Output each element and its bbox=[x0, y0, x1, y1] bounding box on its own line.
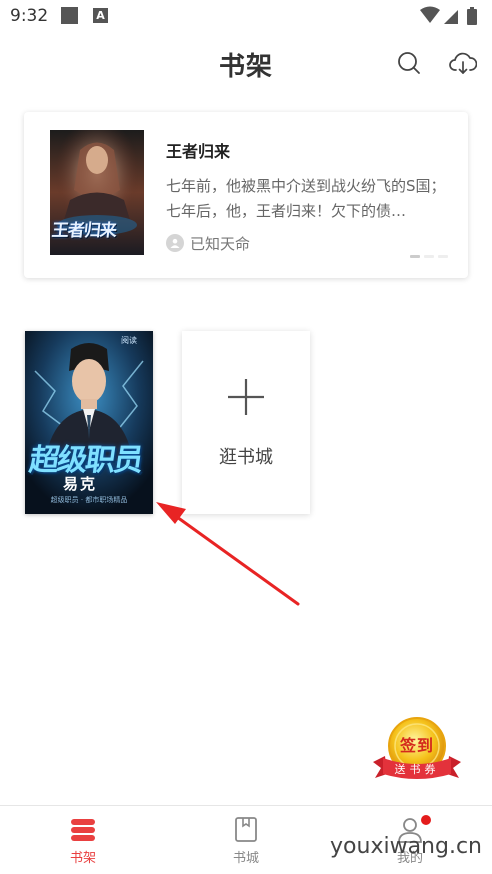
carousel-indicator bbox=[410, 255, 448, 258]
shelf-book-cover[interactable]: 超级职员 易克 超级职员 · 都市职场精品 阅读 bbox=[25, 331, 153, 514]
recommended-book-author: 已知天命 bbox=[166, 232, 250, 254]
recommended-book-cover: 王者归来 bbox=[50, 130, 144, 255]
recommended-cover-title: 王者归来 bbox=[50, 221, 117, 241]
shelf-book-tagline: 超级职员 · 都市职场精品 bbox=[50, 496, 128, 504]
cloud-download-icon[interactable] bbox=[449, 50, 477, 76]
search-icon[interactable] bbox=[396, 50, 422, 76]
recommended-book-title: 王者归来 bbox=[166, 142, 231, 161]
recommended-book-card[interactable]: 王者归来 王者归来 七年前，他被黑中介送到战火纷飞的S国；七年后，他，王者归来！… bbox=[24, 112, 468, 278]
status-time: 9:32 bbox=[10, 6, 49, 26]
author-name: 已知天命 bbox=[190, 234, 251, 253]
status-signal-icons bbox=[420, 6, 477, 25]
checkin-bottom-label: 送书券 bbox=[394, 763, 440, 776]
browse-bookstore-label: 逛书城 bbox=[219, 447, 273, 468]
nav-label-bookshelf: 书架 bbox=[69, 851, 96, 866]
notification-a-icon: A bbox=[93, 8, 108, 23]
nav-label-bookstore: 书城 bbox=[232, 851, 259, 866]
notification-square-icon bbox=[61, 7, 78, 24]
browse-bookstore-card[interactable]: 逛书城 bbox=[182, 331, 310, 514]
notification-badge bbox=[421, 815, 431, 825]
watermark-text: youxiwang.cn bbox=[330, 834, 482, 859]
author-icon bbox=[166, 234, 184, 252]
nav-item-bookstore[interactable]: 书城 bbox=[196, 806, 296, 874]
shelf-book-author: 易克 bbox=[63, 475, 98, 493]
status-bar: 9:32 A bbox=[0, 0, 492, 34]
plus-icon bbox=[228, 379, 264, 415]
shelf-book-publisher: 阅读 bbox=[121, 336, 137, 345]
checkin-badge[interactable]: 签到 送书券 bbox=[371, 716, 463, 784]
recommended-book-description: 七年前，他被黑中介送到战火纷飞的S国；七年后，他，王者归来！欠下的债… bbox=[166, 177, 446, 220]
app-header: 书架 bbox=[0, 34, 492, 94]
nav-item-bookshelf[interactable]: 书架 bbox=[33, 806, 133, 874]
checkin-top-label: 签到 bbox=[399, 736, 434, 755]
bookstore-icon bbox=[235, 817, 257, 842]
bookshelf-icon bbox=[71, 819, 95, 841]
